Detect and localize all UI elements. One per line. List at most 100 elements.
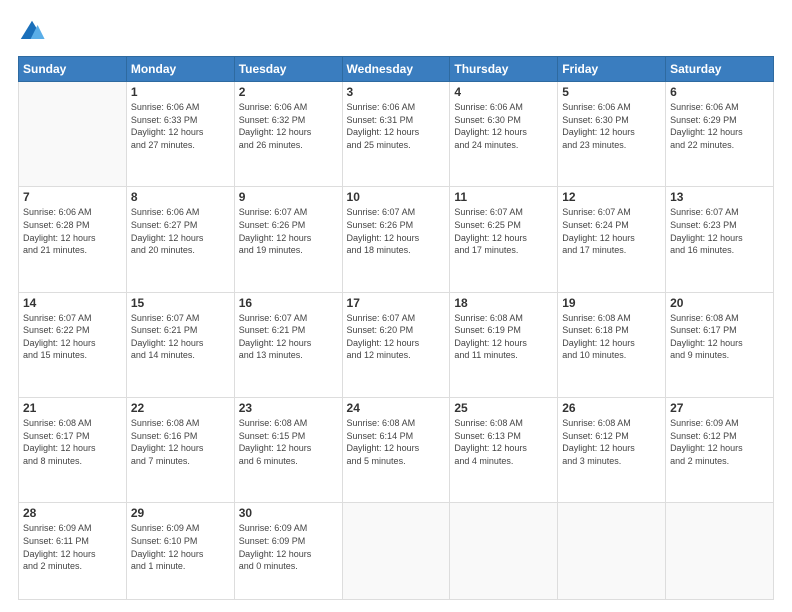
day-info: Sunrise: 6:08 AM Sunset: 6:19 PM Dayligh…: [454, 312, 553, 362]
calendar-cell: 2 Sunrise: 6:06 AM Sunset: 6:32 PM Daylig…: [234, 82, 342, 187]
calendar-week-2: 7 Sunrise: 6:06 AM Sunset: 6:28 PM Daylig…: [19, 187, 774, 292]
day-number: 23: [239, 401, 338, 415]
day-number: 5: [562, 85, 661, 99]
day-number: 14: [23, 296, 122, 310]
logo-icon: [18, 18, 46, 46]
day-info: Sunrise: 6:07 AM Sunset: 6:21 PM Dayligh…: [131, 312, 230, 362]
calendar-dow-wednesday: Wednesday: [342, 57, 450, 82]
day-number: 29: [131, 506, 230, 520]
calendar-header-row: SundayMondayTuesdayWednesdayThursdayFrid…: [19, 57, 774, 82]
page: SundayMondayTuesdayWednesdayThursdayFrid…: [0, 0, 792, 612]
day-number: 18: [454, 296, 553, 310]
calendar-cell: 6 Sunrise: 6:06 AM Sunset: 6:29 PM Daylig…: [666, 82, 774, 187]
calendar-cell: 1 Sunrise: 6:06 AM Sunset: 6:33 PM Daylig…: [126, 82, 234, 187]
calendar-cell: 9 Sunrise: 6:07 AM Sunset: 6:26 PM Daylig…: [234, 187, 342, 292]
day-info: Sunrise: 6:07 AM Sunset: 6:20 PM Dayligh…: [347, 312, 446, 362]
calendar-cell: 16 Sunrise: 6:07 AM Sunset: 6:21 PM Dayli…: [234, 292, 342, 397]
day-info: Sunrise: 6:07 AM Sunset: 6:21 PM Dayligh…: [239, 312, 338, 362]
day-info: Sunrise: 6:06 AM Sunset: 6:28 PM Dayligh…: [23, 206, 122, 256]
day-number: 30: [239, 506, 338, 520]
day-info: Sunrise: 6:06 AM Sunset: 6:30 PM Dayligh…: [562, 101, 661, 151]
day-info: Sunrise: 6:06 AM Sunset: 6:27 PM Dayligh…: [131, 206, 230, 256]
day-info: Sunrise: 6:06 AM Sunset: 6:30 PM Dayligh…: [454, 101, 553, 151]
calendar-cell: 25 Sunrise: 6:08 AM Sunset: 6:13 PM Dayli…: [450, 398, 558, 503]
calendar-week-3: 14 Sunrise: 6:07 AM Sunset: 6:22 PM Dayli…: [19, 292, 774, 397]
calendar-week-4: 21Sunrise: 6:08 AM Sunset: 6:17 PM Dayli…: [19, 398, 774, 503]
day-info: Sunrise: 6:09 AM Sunset: 6:10 PM Dayligh…: [131, 522, 230, 572]
day-number: 15: [131, 296, 230, 310]
day-info: Sunrise: 6:07 AM Sunset: 6:23 PM Dayligh…: [670, 206, 769, 256]
calendar-dow-monday: Monday: [126, 57, 234, 82]
day-number: 8: [131, 190, 230, 204]
day-number: 6: [670, 85, 769, 99]
calendar-cell: 23 Sunrise: 6:08 AM Sunset: 6:15 PM Dayli…: [234, 398, 342, 503]
day-info: Sunrise: 6:07 AM Sunset: 6:26 PM Dayligh…: [347, 206, 446, 256]
day-number: 25: [454, 401, 553, 415]
calendar-cell: [19, 82, 127, 187]
day-number: 19: [562, 296, 661, 310]
day-info: Sunrise: 6:07 AM Sunset: 6:26 PM Dayligh…: [239, 206, 338, 256]
calendar-cell: 12Sunrise: 6:07 AM Sunset: 6:24 PM Dayli…: [558, 187, 666, 292]
day-number: 9: [239, 190, 338, 204]
calendar-table: SundayMondayTuesdayWednesdayThursdayFrid…: [18, 56, 774, 600]
day-info: Sunrise: 6:07 AM Sunset: 6:24 PM Dayligh…: [562, 206, 661, 256]
calendar-cell: 21Sunrise: 6:08 AM Sunset: 6:17 PM Dayli…: [19, 398, 127, 503]
calendar-cell: 29 Sunrise: 6:09 AM Sunset: 6:10 PM Dayli…: [126, 503, 234, 600]
calendar-cell: 5 Sunrise: 6:06 AM Sunset: 6:30 PM Daylig…: [558, 82, 666, 187]
calendar-cell: [558, 503, 666, 600]
day-info: Sunrise: 6:09 AM Sunset: 6:12 PM Dayligh…: [670, 417, 769, 467]
calendar-cell: 27 Sunrise: 6:09 AM Sunset: 6:12 PM Dayli…: [666, 398, 774, 503]
calendar-cell: 30 Sunrise: 6:09 AM Sunset: 6:09 PM Dayli…: [234, 503, 342, 600]
day-info: Sunrise: 6:06 AM Sunset: 6:29 PM Dayligh…: [670, 101, 769, 151]
day-info: Sunrise: 6:09 AM Sunset: 6:09 PM Dayligh…: [239, 522, 338, 572]
calendar-cell: 15 Sunrise: 6:07 AM Sunset: 6:21 PM Dayli…: [126, 292, 234, 397]
day-info: Sunrise: 6:08 AM Sunset: 6:16 PM Dayligh…: [131, 417, 230, 467]
calendar-cell: 22 Sunrise: 6:08 AM Sunset: 6:16 PM Dayli…: [126, 398, 234, 503]
calendar-cell: 24Sunrise: 6:08 AM Sunset: 6:14 PM Dayli…: [342, 398, 450, 503]
day-number: 17: [347, 296, 446, 310]
calendar-cell: 20Sunrise: 6:08 AM Sunset: 6:17 PM Dayli…: [666, 292, 774, 397]
day-number: 11: [454, 190, 553, 204]
calendar-cell: 13 Sunrise: 6:07 AM Sunset: 6:23 PM Dayli…: [666, 187, 774, 292]
calendar-dow-friday: Friday: [558, 57, 666, 82]
day-info: Sunrise: 6:08 AM Sunset: 6:13 PM Dayligh…: [454, 417, 553, 467]
day-number: 1: [131, 85, 230, 99]
day-info: Sunrise: 6:07 AM Sunset: 6:25 PM Dayligh…: [454, 206, 553, 256]
calendar-week-5: 28Sunrise: 6:09 AM Sunset: 6:11 PM Dayli…: [19, 503, 774, 600]
day-number: 2: [239, 85, 338, 99]
day-number: 10: [347, 190, 446, 204]
calendar-cell: 18 Sunrise: 6:08 AM Sunset: 6:19 PM Dayli…: [450, 292, 558, 397]
calendar-cell: [666, 503, 774, 600]
day-number: 22: [131, 401, 230, 415]
day-number: 28: [23, 506, 122, 520]
calendar-dow-thursday: Thursday: [450, 57, 558, 82]
day-number: 16: [239, 296, 338, 310]
day-number: 27: [670, 401, 769, 415]
calendar-cell: 14 Sunrise: 6:07 AM Sunset: 6:22 PM Dayli…: [19, 292, 127, 397]
calendar-cell: 3Sunrise: 6:06 AM Sunset: 6:31 PM Daylig…: [342, 82, 450, 187]
day-info: Sunrise: 6:08 AM Sunset: 6:12 PM Dayligh…: [562, 417, 661, 467]
day-number: 26: [562, 401, 661, 415]
day-number: 13: [670, 190, 769, 204]
calendar-cell: 28Sunrise: 6:09 AM Sunset: 6:11 PM Dayli…: [19, 503, 127, 600]
calendar-dow-saturday: Saturday: [666, 57, 774, 82]
calendar-dow-tuesday: Tuesday: [234, 57, 342, 82]
day-info: Sunrise: 6:07 AM Sunset: 6:22 PM Dayligh…: [23, 312, 122, 362]
header: [18, 18, 774, 46]
day-info: Sunrise: 6:08 AM Sunset: 6:15 PM Dayligh…: [239, 417, 338, 467]
day-info: Sunrise: 6:06 AM Sunset: 6:33 PM Dayligh…: [131, 101, 230, 151]
calendar-week-1: 1 Sunrise: 6:06 AM Sunset: 6:33 PM Daylig…: [19, 82, 774, 187]
day-number: 4: [454, 85, 553, 99]
calendar-cell: 10 Sunrise: 6:07 AM Sunset: 6:26 PM Dayli…: [342, 187, 450, 292]
calendar-cell: [342, 503, 450, 600]
calendar-cell: 8 Sunrise: 6:06 AM Sunset: 6:27 PM Daylig…: [126, 187, 234, 292]
day-info: Sunrise: 6:08 AM Sunset: 6:17 PM Dayligh…: [670, 312, 769, 362]
day-number: 7: [23, 190, 122, 204]
day-number: 24: [347, 401, 446, 415]
logo: [18, 18, 50, 46]
calendar-cell: 26 Sunrise: 6:08 AM Sunset: 6:12 PM Dayli…: [558, 398, 666, 503]
calendar-cell: 19Sunrise: 6:08 AM Sunset: 6:18 PM Dayli…: [558, 292, 666, 397]
calendar-dow-sunday: Sunday: [19, 57, 127, 82]
day-info: Sunrise: 6:06 AM Sunset: 6:31 PM Dayligh…: [347, 101, 446, 151]
day-info: Sunrise: 6:06 AM Sunset: 6:32 PM Dayligh…: [239, 101, 338, 151]
